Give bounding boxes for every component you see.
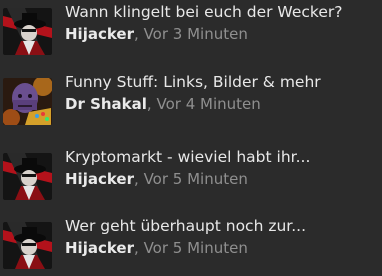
thread-title[interactable]: Wann klingelt bei euch der Wecker? [65,2,342,22]
thread-time[interactable]: Vor 4 Minuten [156,95,260,113]
thread-meta: Dr Shakal, Vor 4 Minuten [65,94,261,114]
thread-item[interactable]: Wer geht überhaupt noch zur... Hijacker,… [0,214,382,269]
thread-meta: Hijacker, Vor 5 Minuten [65,238,248,258]
thread-title[interactable]: Kryptomarkt - wieviel habt ihr... [65,147,310,167]
meta-separator: , [134,25,139,43]
thread-time[interactable]: Vor 5 Minuten [144,170,248,188]
meta-separator: , [134,239,139,257]
thread-item[interactable]: Wann klingelt bei euch der Wecker? Hijac… [0,0,382,55]
hijacker-avatar-icon[interactable] [3,222,52,269]
thread-item[interactable]: Funny Stuff: Links, Bilder & mehr Dr Sha… [0,70,382,125]
thread-time[interactable]: Vor 3 Minuten [144,25,248,43]
thread-title[interactable]: Wer geht überhaupt noch zur... [65,216,306,236]
hijacker-avatar-icon[interactable] [3,8,52,55]
meta-separator: , [134,170,139,188]
thread-author[interactable]: Hijacker [65,25,134,43]
thread-meta: Hijacker, Vor 3 Minuten [65,24,248,44]
thread-item[interactable]: Kryptomarkt - wieviel habt ihr... Hijack… [0,145,382,200]
thread-author[interactable]: Hijacker [65,170,134,188]
thanos-avatar-icon[interactable] [3,78,52,125]
thread-author[interactable]: Hijacker [65,239,134,257]
thread-time[interactable]: Vor 5 Minuten [144,239,248,257]
meta-separator: , [146,95,152,113]
recent-threads-list: Wann klingelt bei euch der Wecker? Hijac… [0,0,382,276]
hijacker-avatar-icon[interactable] [3,153,52,200]
thread-meta: Hijacker, Vor 5 Minuten [65,169,248,189]
thread-title[interactable]: Funny Stuff: Links, Bilder & mehr [65,72,321,92]
thread-author[interactable]: Dr Shakal [65,95,147,113]
